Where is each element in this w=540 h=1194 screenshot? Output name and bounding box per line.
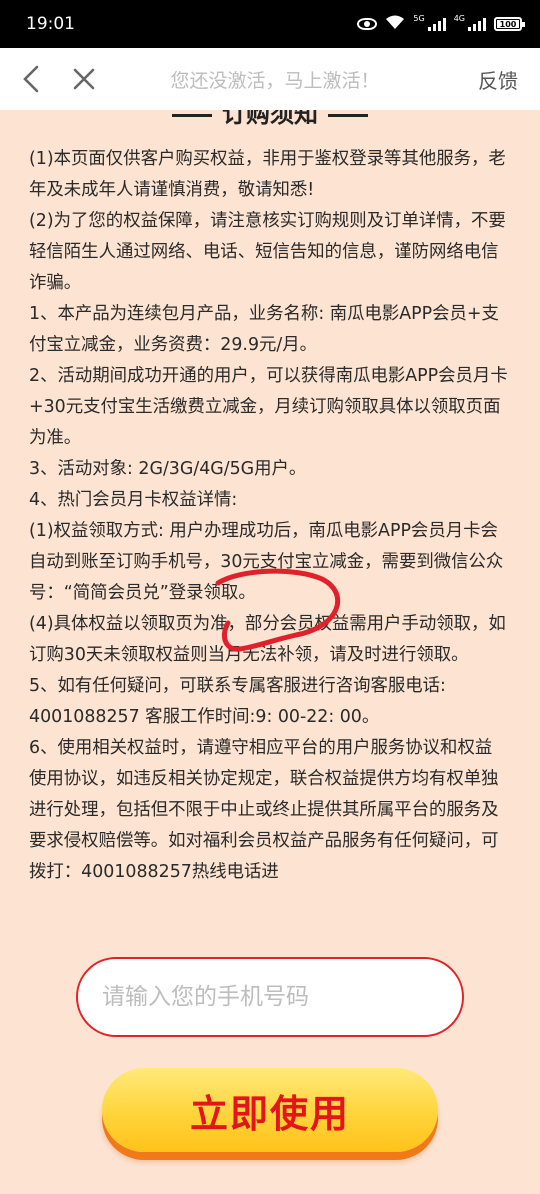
feedback-link[interactable]: 反馈 — [478, 65, 518, 94]
terms-section[interactable]: 订购须知 (1)本页面仅供客户购买权益，非用于鉴权登录等其他服务，老年及未成年人… — [0, 110, 540, 913]
page-title: 您还没激活，马上激活！ — [170, 70, 380, 92]
battery-icon: 100 — [494, 17, 525, 31]
terms-paragraph: 4、热门会员月卡权益详情: — [29, 490, 238, 510]
eye-icon — [357, 18, 378, 30]
terms-paragraph: 1、本产品为连续包月产品，业务名称: 南瓜电影APP会员+支付宝立减金，业务资费… — [29, 304, 499, 355]
back-button[interactable] — [16, 62, 46, 96]
close-icon — [73, 68, 95, 90]
heading-divider-left — [172, 113, 212, 117]
phone-input[interactable] — [76, 957, 464, 1037]
signal-4g-icon: 4G — [454, 14, 486, 31]
terms-heading-text: 订购须知 — [222, 110, 318, 128]
use-now-button[interactable]: 立即使用 — [102, 1068, 438, 1152]
terms-text: (1)本页面仅供客户购买权益，非用于鉴权登录等其他服务，老年及未成年人请谨慎消费… — [29, 144, 509, 888]
wifi-icon — [385, 14, 405, 34]
terms-paragraph: (4)具体权益以领取页为准，部分会员权益需用户手动领取，如订购30天未领取权益则… — [29, 614, 506, 665]
terms-paragraph: (1)权益领取方式: 用户办理成功后，南瓜电影APP会员月卡会自动到账至订购手机… — [29, 521, 504, 603]
heading-divider-right — [328, 113, 368, 117]
status-icons: 5G 4G 100 — [357, 14, 525, 34]
terms-paragraph: 5、如有任何疑问，可联系专属客服进行咨询客服电话: 4001088257 客服工… — [29, 676, 446, 727]
nav-bar: 您还没激活，马上激活！ 反馈 — [0, 48, 540, 110]
status-bar: 19:01 5G 4G 100 — [0, 0, 540, 48]
terms-heading: 订购须知 — [0, 110, 540, 129]
terms-paragraph: (2)为了您的权益保障，请注意核实订购规则及订单详情，不要轻信陌生人通过网络、电… — [29, 211, 506, 293]
chevron-left-icon — [23, 65, 39, 93]
status-time: 19:01 — [26, 14, 75, 34]
terms-paragraph: 3、活动对象: 2G/3G/4G/5G用户。 — [29, 459, 307, 479]
close-button[interactable] — [68, 62, 100, 96]
terms-paragraph: 2、活动期间成功开通的用户，可以获得南瓜电影APP会员月卡+30元支付宝生活缴费… — [29, 366, 508, 448]
terms-paragraph: 6、使用相关权益时，请遵守相应平台的用户服务协议和权益使用协议，如违反相关协定规… — [29, 738, 499, 882]
signal-5g-icon: 5G — [413, 14, 446, 31]
terms-paragraph: (1)本页面仅供客户购买权益，非用于鉴权登录等其他服务，老年及未成年人请谨慎消费… — [29, 149, 506, 200]
battery-level: 100 — [499, 19, 517, 29]
